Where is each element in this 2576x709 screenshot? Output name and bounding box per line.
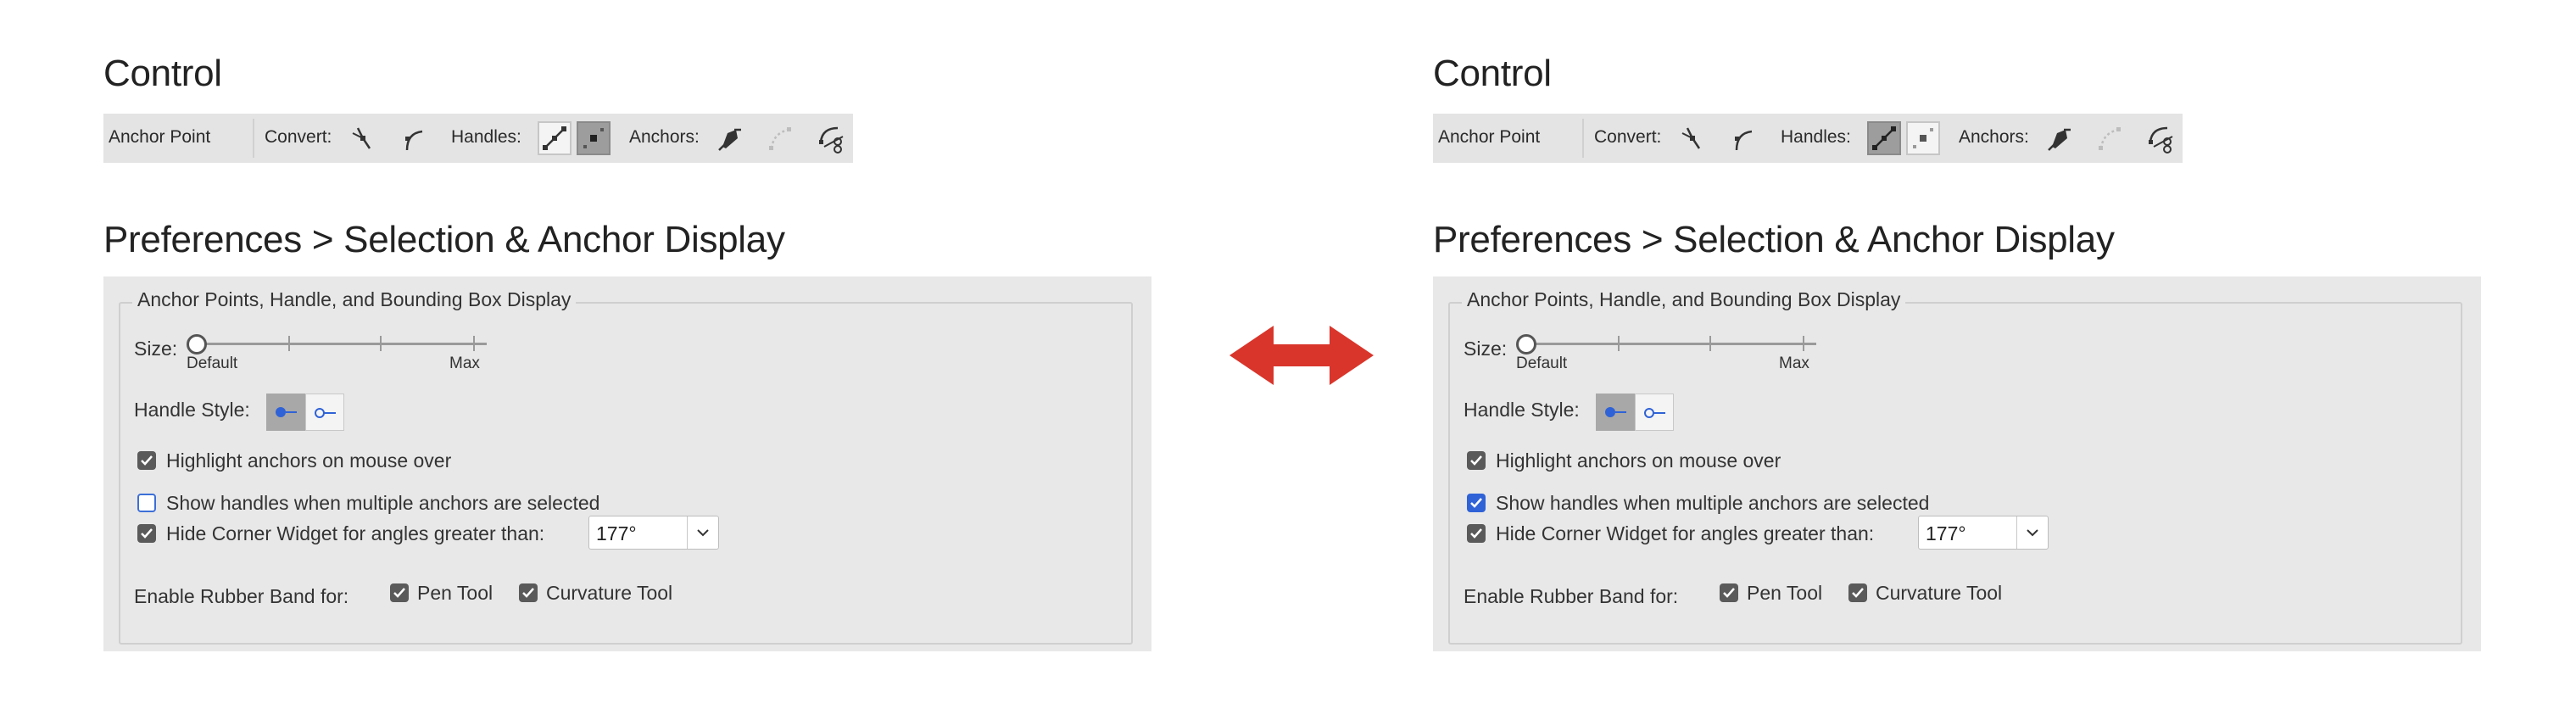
size-label: Size: [1464,338,1508,360]
cut-path-scissors-icon[interactable] [2144,121,2177,155]
preferences-panel: Anchor Points, Handle, and Bounding Box … [103,276,1151,651]
pen-tool-checkbox[interactable] [1720,583,1738,602]
control-bar: Anchor Point Convert: Handles: Anchors: [1433,114,2183,163]
show-handles-checkbox[interactable] [137,494,156,512]
control-section-title: Control [103,53,222,94]
highlight-anchors-label: Highlight anchors on mouse over [1496,449,1781,472]
group-legend: Anchor Points, Handle, and Bounding Box … [132,288,577,311]
show-handles-checkbox[interactable] [1467,494,1486,512]
hide-handles-icon[interactable] [1906,121,1940,155]
handle-style-label: Handle Style: [134,399,250,421]
connect-paths-icon[interactable] [2093,121,2127,155]
slider-tick [380,336,382,351]
curvature-tool-checkbox[interactable] [1848,583,1867,602]
pen-tool-label: Pen Tool [1747,582,1823,604]
curvature-tool-checkbox[interactable] [519,583,538,602]
chevron-down-icon[interactable] [2016,516,2048,549]
highlight-anchors-checkbox[interactable] [137,451,156,470]
hide-corner-widget-checkbox[interactable] [137,524,156,543]
size-slider-knob[interactable] [1516,334,1536,354]
connect-paths-icon[interactable] [763,121,797,155]
comparison-panel-before: Control Anchor Point Convert: Handles: A… [103,0,1291,709]
handle-style-label: Handle Style: [1464,399,1580,421]
preferences-panel: Anchor Points, Handle, and Bounding Box … [1433,276,2481,651]
size-min-label: Default [1516,354,1568,372]
slider-tick [288,336,290,351]
handles-label: Handles: [1781,127,1851,147]
handle-style-hollow-button[interactable] [305,394,344,431]
size-slider-knob[interactable] [187,334,207,354]
anchors-label: Anchors: [629,127,700,147]
pen-tool-label: Pen Tool [417,582,493,604]
preferences-section-title: Preferences > Selection & Anchor Display [1433,219,2115,260]
hide-corner-widget-checkbox[interactable] [1467,524,1486,543]
group-legend: Anchor Points, Handle, and Bounding Box … [1462,288,1906,311]
size-max-label: Max [449,354,480,372]
anchor-point-label: Anchor Point [109,127,211,147]
comparison-panel-after: Control Anchor Point Convert: Handles: A… [1433,0,2576,709]
hide-corner-widget-label: Hide Corner Widget for angles greater th… [166,522,545,544]
convert-to-smooth-icon[interactable] [397,121,431,155]
convert-to-corner-icon[interactable] [1676,121,1709,155]
size-slider-track[interactable] [1525,343,1816,345]
highlight-anchors-label: Highlight anchors on mouse over [166,449,452,472]
slider-tick [473,336,475,351]
show-handles-icon[interactable] [1867,121,1901,155]
rubber-band-label: Enable Rubber Band for: [134,585,349,607]
size-max-label: Max [1779,354,1809,372]
curvature-tool-label: Curvature Tool [1876,582,2003,604]
slider-tick [1709,336,1711,351]
convert-label: Convert: [1594,127,1662,147]
slider-tick [1803,336,1804,351]
show-handles-label: Show handles when multiple anchors are s… [1496,492,1930,514]
corner-angle-dropdown[interactable]: 177° [1918,516,2049,550]
divider [1582,119,1584,158]
chevron-down-icon[interactable] [687,516,718,549]
corner-angle-dropdown[interactable]: 177° [588,516,719,550]
hide-corner-widget-label: Hide Corner Widget for angles greater th… [1496,522,1875,544]
show-handles-label: Show handles when multiple anchors are s… [166,492,600,514]
cut-path-scissors-icon[interactable] [814,121,848,155]
remove-anchor-pen-icon[interactable] [712,121,746,155]
slider-tick [1618,336,1620,351]
remove-anchor-pen-icon[interactable] [2042,121,2076,155]
anchors-label: Anchors: [1959,127,2029,147]
corner-angle-value: 177° [1926,522,1966,544]
pen-tool-checkbox[interactable] [390,583,409,602]
corner-angle-value: 177° [596,522,637,544]
control-section-title: Control [1433,53,1552,94]
divider [253,119,254,158]
curvature-tool-label: Curvature Tool [546,582,673,604]
highlight-anchors-checkbox[interactable] [1467,451,1486,470]
convert-to-smooth-icon[interactable] [1726,121,1760,155]
show-handles-icon[interactable] [538,121,572,155]
preferences-section-title: Preferences > Selection & Anchor Display [103,219,785,260]
size-slider-track[interactable] [195,343,487,345]
control-bar: Anchor Point Convert: Handles: Anchors: [103,114,853,163]
size-label: Size: [134,338,178,360]
handle-style-hollow-button[interactable] [1635,394,1674,431]
handle-style-solid-button[interactable] [266,394,305,431]
convert-label: Convert: [265,127,332,147]
anchor-point-label: Anchor Point [1438,127,1541,147]
handles-label: Handles: [451,127,521,147]
rubber-band-label: Enable Rubber Band for: [1464,585,1679,607]
double-headed-arrow-icon [1229,326,1374,385]
convert-to-corner-icon[interactable] [346,121,380,155]
hide-handles-icon[interactable] [577,121,611,155]
size-min-label: Default [187,354,238,372]
handle-style-solid-button[interactable] [1596,394,1635,431]
